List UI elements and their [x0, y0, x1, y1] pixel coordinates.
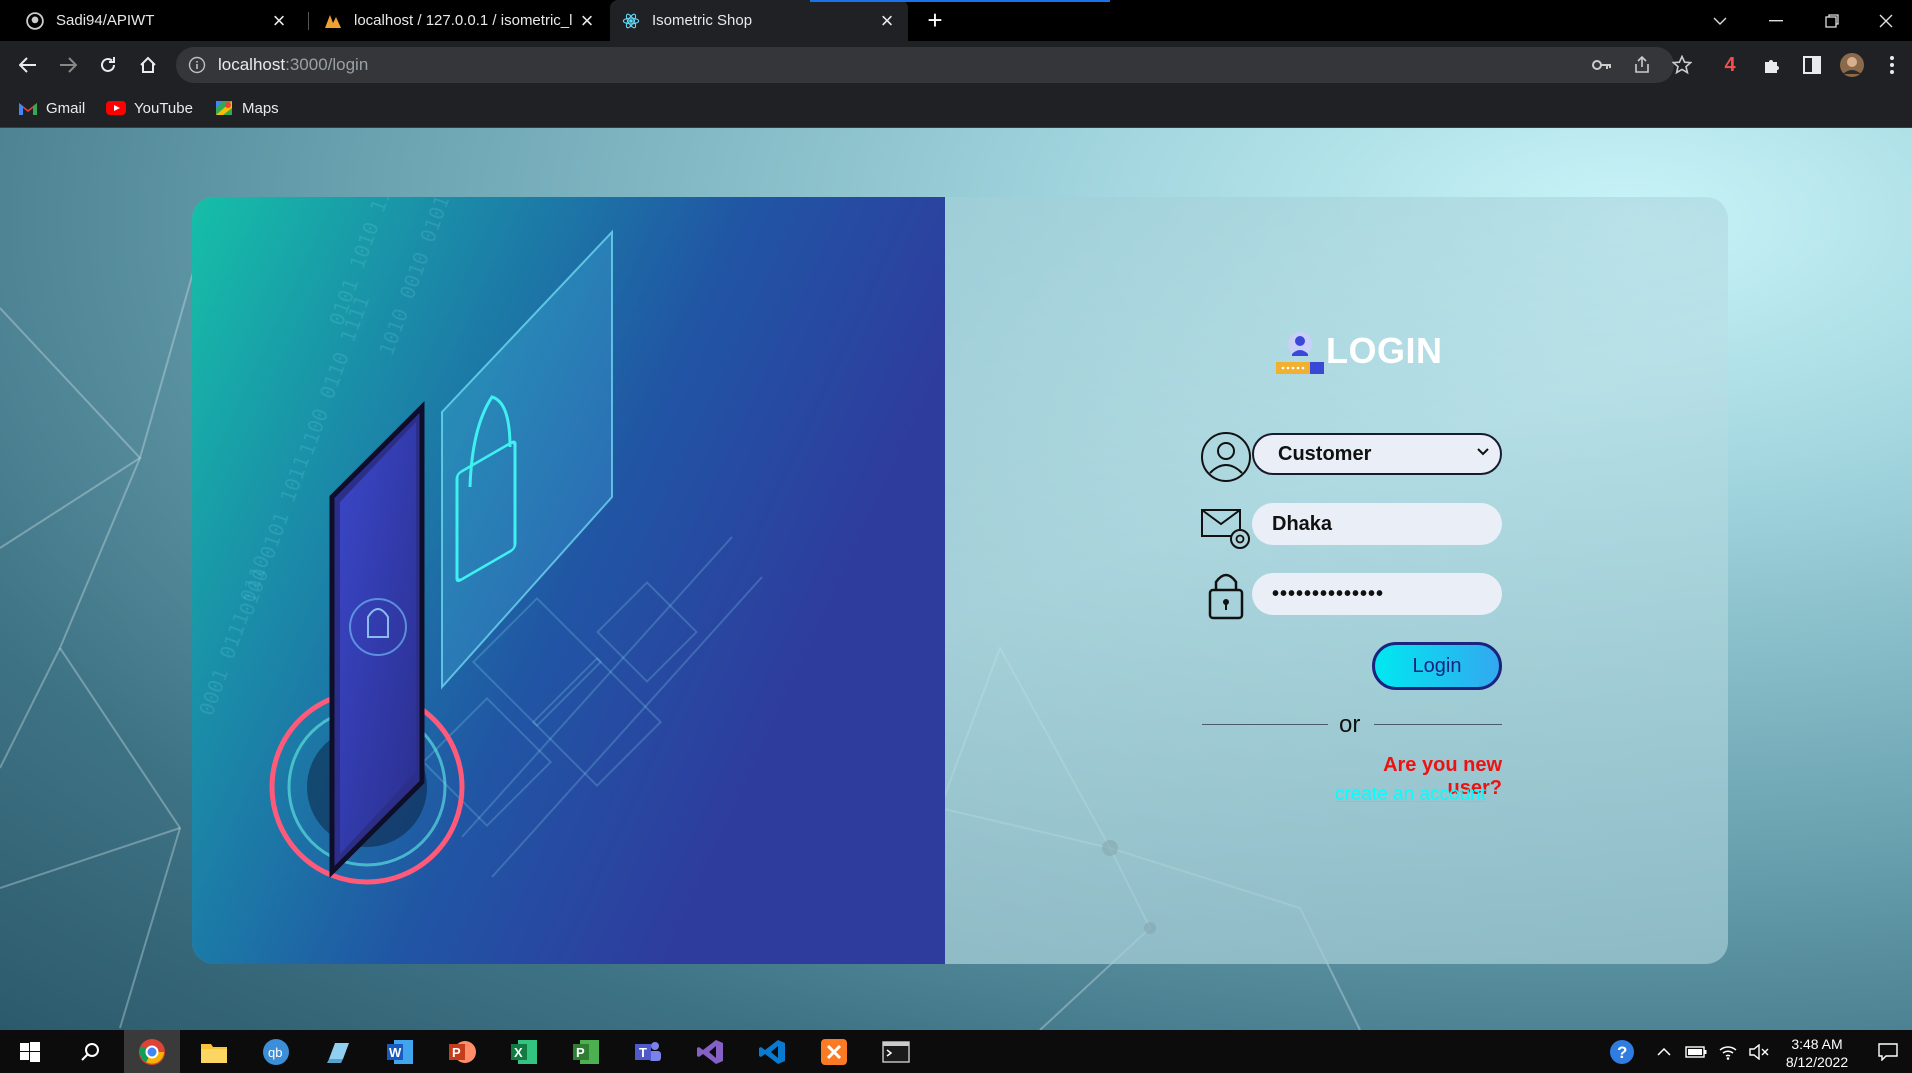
close-window-icon[interactable]	[1860, 0, 1912, 41]
notepad-app-icon[interactable]	[310, 1030, 366, 1073]
share-icon[interactable]	[1628, 51, 1656, 79]
project-icon[interactable]: P	[558, 1030, 614, 1073]
home-icon[interactable]	[134, 51, 162, 79]
chevron-down-icon	[1477, 448, 1489, 456]
email-at-icon	[1201, 509, 1250, 549]
svg-text:qb: qb	[268, 1045, 282, 1060]
forward-arrow-icon[interactable]	[54, 51, 82, 79]
create-account-link[interactable]: create an account	[1330, 784, 1486, 806]
svg-text:1010 0010 0101: 1010 0010 0101	[374, 197, 454, 359]
bookmarks-bar: Gmail YouTube Maps	[0, 89, 1912, 128]
security-illustration: 0101 1010 1100 1100 0110 1111 0100 0101 …	[192, 197, 945, 964]
clock-time: 3:48 AM	[1791, 1036, 1843, 1052]
divider-left	[1202, 724, 1328, 725]
react-icon	[622, 13, 640, 28]
notifications-icon[interactable]	[1864, 1030, 1912, 1073]
divider-or-text: or	[1339, 711, 1361, 738]
extension-badge-icon[interactable]: 4	[1716, 51, 1744, 79]
youtube-icon	[106, 101, 126, 115]
login-title: LOGIN	[1326, 330, 1443, 371]
svg-text:0001 0111 0110: 0001 0111 0110	[194, 552, 274, 719]
terminal-icon[interactable]	[868, 1030, 924, 1073]
profile-avatar-icon[interactable]	[1838, 51, 1866, 79]
word-icon[interactable]: W	[372, 1030, 428, 1073]
vscode-icon[interactable]	[744, 1030, 800, 1073]
password-field[interactable]: ••••••••••••••	[1252, 573, 1502, 615]
maps-icon	[216, 101, 232, 115]
powerpoint-icon[interactable]: P	[434, 1030, 490, 1073]
clock-date: 8/12/2022	[1785, 1054, 1849, 1070]
system-clock[interactable]: 3:48 AM 8/12/2022	[1770, 1035, 1864, 1071]
user-login-logo-icon	[1276, 332, 1324, 374]
svg-text:W: W	[389, 1045, 402, 1060]
loading-indicator	[810, 0, 1110, 2]
reload-icon[interactable]	[94, 51, 122, 79]
login-button[interactable]: Login	[1372, 642, 1502, 690]
bookmark-youtube[interactable]: YouTube	[106, 97, 193, 119]
user-circle-icon	[1201, 432, 1251, 482]
page-viewport: 0101 1010 1100 1100 0110 1111 0100 0101 …	[0, 128, 1912, 1030]
svg-text:X: X	[514, 1045, 523, 1060]
windows-start-icon[interactable]	[2, 1030, 58, 1073]
minimize-icon[interactable]	[1748, 0, 1804, 41]
visual-studio-icon[interactable]	[682, 1030, 738, 1073]
phpmyadmin-icon	[325, 14, 341, 28]
wifi-icon[interactable]	[1712, 1030, 1744, 1073]
file-explorer-icon[interactable]	[186, 1030, 242, 1073]
svg-text:P: P	[452, 1045, 461, 1060]
windows-taskbar: qb W P X P T ? 3:48 AM 8/12/2022	[0, 1030, 1912, 1073]
role-select[interactable]: Customer	[1252, 433, 1502, 475]
excel-icon[interactable]: X	[496, 1030, 552, 1073]
tab-title: Isometric Shop	[652, 12, 753, 29]
padlock-icon	[1208, 573, 1244, 620]
url-text: localhost:3000/login	[218, 55, 369, 74]
browser-toolbar: localhost:3000/login 4	[0, 41, 1912, 89]
username-field[interactable]: Dhaka	[1252, 503, 1502, 545]
help-icon[interactable]: ?	[1602, 1030, 1642, 1073]
xampp-icon[interactable]	[806, 1030, 862, 1073]
close-icon[interactable]: ×	[270, 9, 288, 31]
back-arrow-icon[interactable]	[14, 51, 42, 79]
teams-icon[interactable]: T	[620, 1030, 676, 1073]
tab-strip: Sadi94/APIWT × localhost / 127.0.0.1 / i…	[0, 0, 1912, 41]
chrome-taskbar-icon[interactable]	[124, 1030, 180, 1073]
tab-title: Sadi94/APIWT	[56, 12, 155, 29]
svg-text:T: T	[639, 1045, 647, 1060]
bookmark-maps[interactable]: Maps	[214, 97, 279, 119]
svg-text:P: P	[576, 1045, 585, 1060]
tab-title: localhost / 127.0.0.1 / isometric_l	[354, 12, 573, 29]
bookmark-star-icon[interactable]	[1668, 51, 1696, 79]
address-bar[interactable]: localhost:3000/login	[176, 47, 1674, 83]
tray-chevron-up-icon[interactable]	[1648, 1030, 1680, 1073]
divider-right	[1374, 724, 1502, 725]
tab-phpmyadmin[interactable]: localhost / 127.0.0.1 / isometric_l ×	[312, 0, 608, 41]
qbittorrent-icon[interactable]: qb	[248, 1030, 304, 1073]
search-icon[interactable]	[62, 1030, 118, 1073]
tab-search-chevron-icon[interactable]	[1692, 0, 1748, 41]
key-icon[interactable]	[1588, 51, 1616, 79]
battery-icon[interactable]	[1680, 1030, 1712, 1073]
gmail-icon	[19, 103, 37, 115]
close-icon[interactable]: ×	[578, 9, 596, 31]
menu-kebab-icon[interactable]	[1878, 51, 1906, 79]
github-icon	[26, 11, 44, 30]
restore-icon[interactable]	[1804, 0, 1860, 41]
site-info-icon[interactable]	[188, 56, 206, 74]
side-panel-icon[interactable]	[1798, 51, 1826, 79]
bookmark-gmail[interactable]: Gmail	[18, 97, 85, 119]
tab-github[interactable]: Sadi94/APIWT ×	[14, 0, 300, 41]
svg-text:?: ?	[1617, 1043, 1627, 1062]
new-tab-plus-icon[interactable]: +	[922, 7, 948, 34]
close-icon[interactable]: ×	[878, 9, 896, 31]
tab-isometric-shop[interactable]: Isometric Shop ×	[610, 0, 908, 41]
extensions-puzzle-icon[interactable]	[1758, 51, 1786, 79]
